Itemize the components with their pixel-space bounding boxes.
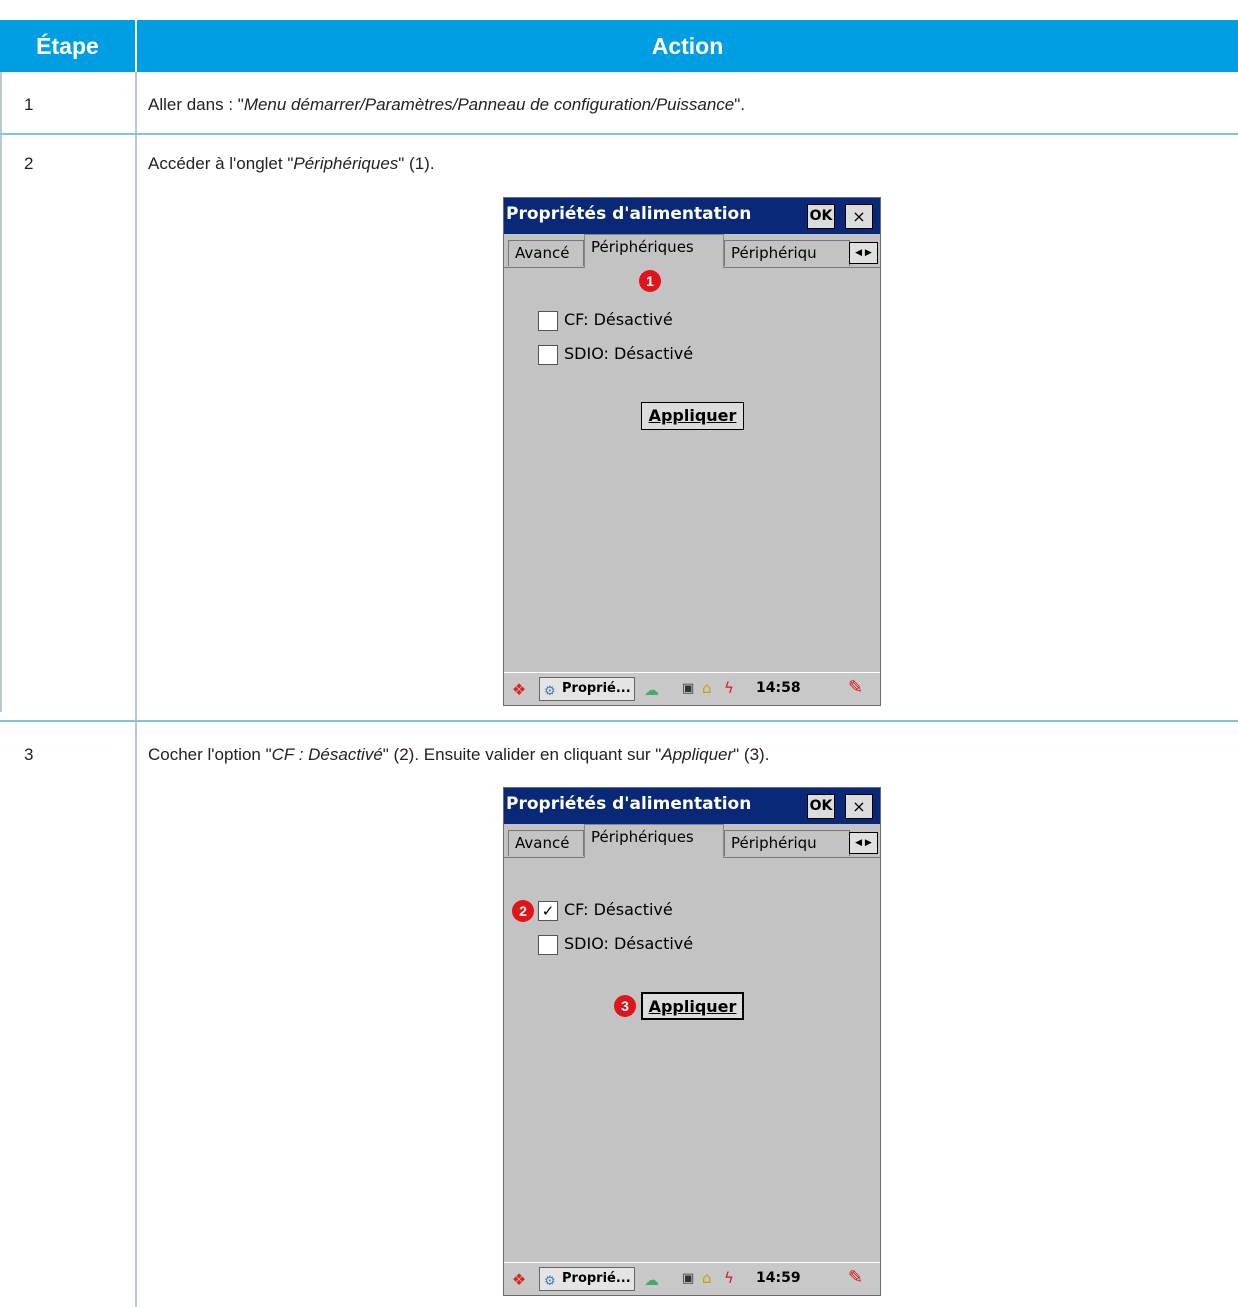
network-icon[interactable]: ☁ — [644, 1271, 659, 1289]
column-divider — [135, 72, 137, 1307]
callout-badge-2: 2 — [512, 900, 534, 922]
taskbar: ❖ ⚙ Proprié... ☁ ▣ ⌂ ϟ 14:59 ✎ — [504, 1262, 880, 1295]
title-bar: Propriétés d'alimentation OK × — [504, 788, 880, 824]
ok-button[interactable]: OK — [807, 794, 835, 819]
tab-avance[interactable]: Avancé — [508, 830, 584, 856]
tab-scroll-arrows[interactable]: ◀ ▶ — [849, 242, 878, 264]
close-button[interactable]: × — [845, 204, 873, 229]
checkbox-cf[interactable]: ✓ CF: Désactivé — [538, 899, 673, 923]
window-title: Propriétés d'alimentation — [506, 204, 752, 224]
clock: 14:59 — [756, 1270, 801, 1286]
checkbox-box[interactable] — [538, 934, 558, 955]
row-divider-2 — [0, 720, 1238, 722]
tab-peripheriques-2[interactable]: Périphériqu — [724, 240, 850, 266]
close-button[interactable]: × — [845, 794, 873, 819]
callout-badge-1: 1 — [639, 270, 661, 292]
pen-icon[interactable]: ✎ — [848, 1267, 863, 1288]
row-1-action: Aller dans : "Menu démarrer/Paramètres/P… — [148, 95, 746, 114]
tab-strip: Avancé Périphériques Périphériqu ◀ ▶ — [504, 234, 880, 268]
checkbox-sdio[interactable]: SDIO: Désactivé — [538, 933, 693, 957]
header-step: Étape — [36, 33, 99, 59]
callout-badge-3: 3 — [614, 995, 636, 1017]
network-icon[interactable]: ☁ — [644, 681, 659, 699]
table-header: Étape Action — [0, 20, 1238, 72]
windows-start-icon[interactable]: ❖ — [508, 1269, 530, 1291]
card-icon[interactable]: ▣ — [682, 1271, 694, 1286]
row-3-action: Cocher l'option "CF : Désactivé" (2). En… — [148, 745, 770, 764]
row-2-step: 2 — [24, 154, 34, 173]
checkbox-box[interactable] — [538, 344, 558, 365]
clock: 14:58 — [756, 680, 801, 696]
apply-button[interactable]: Appliquer — [641, 992, 744, 1020]
device-screenshot-2: Propriétés d'alimentation OK × Avancé Pé… — [503, 787, 881, 1296]
row-3-step: 3 — [24, 745, 34, 764]
title-bar: Propriétés d'alimentation OK × — [504, 198, 880, 234]
checkbox-box[interactable] — [538, 310, 558, 331]
battery-icon[interactable]: ⌂ — [702, 1269, 712, 1287]
checkbox-sdio[interactable]: SDIO: Désactivé — [538, 343, 693, 367]
row-2-action: Accéder à l'onglet "Périphériques" (1). — [148, 154, 435, 173]
window-title: Propriétés d'alimentation — [506, 794, 752, 814]
pen-icon[interactable]: ✎ — [848, 677, 863, 698]
instruction-table: Étape Action 1 Aller dans : "Menu démarr… — [0, 0, 1238, 1307]
taskbar-app-button[interactable]: ⚙ Proprié... — [539, 1267, 635, 1291]
row-1-step: 1 — [24, 95, 34, 114]
tab-peripheriques[interactable]: Périphériques — [584, 824, 724, 858]
power-icon[interactable]: ϟ — [724, 1269, 734, 1287]
tab-peripheriques-2[interactable]: Périphériqu — [724, 830, 850, 856]
tab-peripheriques[interactable]: Périphériques — [584, 234, 724, 268]
tab-scroll-arrows[interactable]: ◀ ▶ — [849, 832, 878, 854]
windows-start-icon[interactable]: ❖ — [508, 679, 530, 701]
apply-button[interactable]: Appliquer — [641, 402, 744, 430]
app-icon: ⚙ — [544, 1274, 556, 1289]
card-icon[interactable]: ▣ — [682, 681, 694, 696]
checkbox-box-checked[interactable]: ✓ — [538, 900, 558, 921]
battery-icon[interactable]: ⌂ — [702, 679, 712, 697]
app-icon: ⚙ — [544, 684, 556, 699]
tab-avance[interactable]: Avancé — [508, 240, 584, 266]
taskbar: ❖ ⚙ Proprié... ☁ ▣ ⌂ ϟ 14:58 ✎ — [504, 672, 880, 705]
taskbar-app-button[interactable]: ⚙ Proprié... — [539, 677, 635, 701]
device-screenshot-1: Propriétés d'alimentation OK × Avancé Pé… — [503, 197, 881, 706]
row-divider-1 — [0, 133, 1238, 135]
border-left — [0, 72, 2, 712]
ok-button[interactable]: OK — [807, 204, 835, 229]
power-icon[interactable]: ϟ — [724, 679, 734, 697]
tab-strip: Avancé Périphériques Périphériqu ◀ ▶ — [504, 824, 880, 858]
header-action: Action — [651, 33, 724, 59]
checkbox-cf[interactable]: CF: Désactivé — [538, 309, 673, 333]
